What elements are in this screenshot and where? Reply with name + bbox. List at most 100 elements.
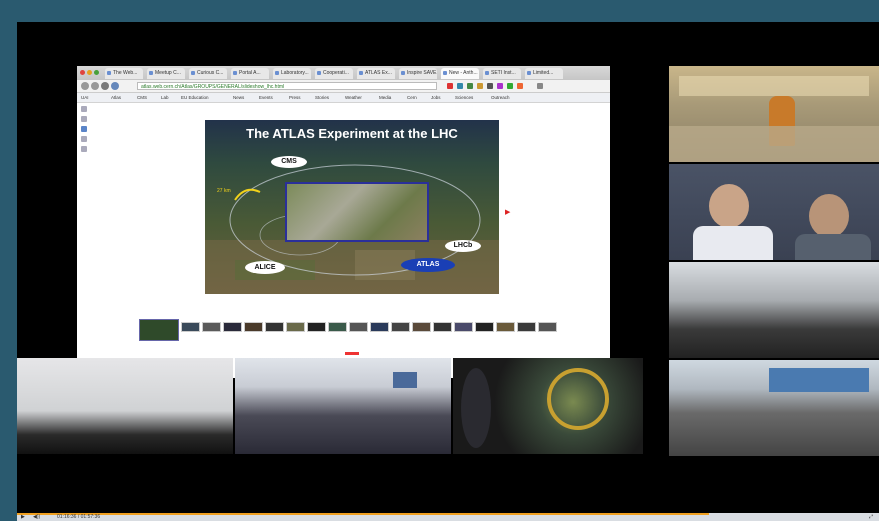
bookmark-item[interactable]: UAI: [81, 94, 89, 101]
bookmark-item[interactable]: Press: [289, 94, 301, 101]
desks: [669, 126, 879, 162]
bookmark-item[interactable]: Cern: [407, 94, 417, 101]
extension-icon[interactable]: [507, 83, 513, 89]
slide-thumbnail[interactable]: [223, 322, 242, 332]
video-feed-lecture-hall[interactable]: [17, 358, 233, 454]
playback-progress[interactable]: [17, 513, 709, 515]
browser-toolbar: atlas.web.cern.ch/Atlas/GROUPS/GENERAL/s…: [77, 80, 610, 93]
forward-icon[interactable]: [91, 82, 99, 90]
sidebar-tool-icon[interactable]: [81, 106, 87, 112]
browser-tab[interactable]: SETI Inst...: [483, 68, 521, 79]
home-icon[interactable]: [111, 82, 119, 90]
slide-thumbnail[interactable]: [202, 322, 221, 332]
extension-icon[interactable]: [487, 83, 493, 89]
lhcb-label: LHCb: [445, 240, 481, 252]
page-sidebar: [81, 106, 89, 196]
browser-tab[interactable]: Curious C...: [189, 68, 227, 79]
video-feed-classroom[interactable]: [669, 262, 879, 358]
slide-thumbnail[interactable]: [517, 322, 536, 332]
slide-thumbnail[interactable]: [286, 322, 305, 332]
browser-tab[interactable]: Laboratory...: [273, 68, 311, 79]
presenter-face: [709, 184, 749, 228]
sidebar-tool-icon[interactable]: [81, 136, 87, 142]
bookmark-item[interactable]: Lab: [161, 94, 169, 101]
alice-label: ALICE: [245, 261, 285, 274]
slide-thumbnail[interactable]: [412, 322, 431, 332]
bookmark-item[interactable]: Atlas: [111, 94, 121, 101]
video-feed-students[interactable]: [669, 360, 879, 456]
browser-tab[interactable]: Limited...: [525, 68, 563, 79]
video-feed-auditorium[interactable]: [235, 358, 451, 454]
wall-screen: [393, 372, 417, 388]
slide-thumbnail[interactable]: [475, 322, 494, 332]
cms-label: CMS: [271, 156, 307, 168]
slideshow-image: The ATLAS Experiment at the LHC CMS LHCb…: [205, 120, 499, 294]
minimize-window-icon[interactable]: [87, 70, 92, 75]
slide-thumbnail[interactable]: [538, 322, 557, 332]
detector-segment: [461, 368, 491, 448]
sidebar-tool-icon[interactable]: [81, 116, 87, 122]
slide-thumbnail[interactable]: [181, 322, 200, 332]
reload-icon[interactable]: [101, 82, 109, 90]
slide-thumbnail[interactable]: [454, 322, 473, 332]
bookmark-item[interactable]: Jobs: [431, 94, 441, 101]
bookmark-item[interactable]: Media: [379, 94, 391, 101]
video-feed-atlas-detector[interactable]: [453, 358, 643, 454]
presenter-shirt: [693, 226, 773, 260]
sidebar-tool-icon[interactable]: [81, 126, 87, 132]
bookmark-item[interactable]: Weather: [345, 94, 362, 101]
next-slide-arrow-icon[interactable]: ▶: [505, 208, 510, 216]
slide-title: The ATLAS Experiment at the LHC: [246, 126, 458, 141]
sidebar-tool-icon[interactable]: [81, 146, 87, 152]
slide-thumbnail[interactable]: [349, 322, 368, 332]
maximize-window-icon[interactable]: [94, 70, 99, 75]
browser-tab[interactable]: Portal A...: [231, 68, 269, 79]
slide-thumbnail-selected[interactable]: [139, 319, 179, 341]
slideshow-control[interactable]: [345, 352, 359, 355]
browser-tab[interactable]: The Web...: [105, 68, 143, 79]
close-window-icon[interactable]: [80, 70, 85, 75]
slide-thumbnail[interactable]: [496, 322, 515, 332]
atlas-label: ATLAS: [401, 258, 455, 272]
slide-thumbnail[interactable]: [391, 322, 410, 332]
browser-tab-bar: The Web... Meetup C... Curious C... Port…: [77, 66, 610, 80]
fullscreen-icon[interactable]: ⤢: [869, 514, 873, 521]
slide-thumbnail[interactable]: [328, 322, 347, 332]
extension-icon[interactable]: [477, 83, 483, 89]
browser-tab[interactable]: ATLAS Ex...: [357, 68, 395, 79]
slide-thumbnail[interactable]: [433, 322, 452, 332]
bookmark-item[interactable]: Stories: [315, 94, 329, 101]
bookmark-item[interactable]: EU Education: [181, 94, 209, 101]
video-feed-control-room[interactable]: [669, 66, 879, 162]
slide-thumbnail[interactable]: [307, 322, 326, 332]
bookmark-item[interactable]: Events: [259, 94, 273, 101]
bookmark-item[interactable]: News: [233, 94, 244, 101]
menu-icon[interactable]: [537, 83, 543, 89]
browser-tab[interactable]: Cooperati...: [315, 68, 353, 79]
address-bar[interactable]: atlas.web.cern.ch/Atlas/GROUPS/GENERAL/s…: [137, 82, 437, 90]
slide-thumbnail-strip: [139, 319, 567, 341]
bookmark-item[interactable]: Outreach: [491, 94, 510, 101]
slide-thumbnail[interactable]: [244, 322, 263, 332]
browser-tab-active[interactable]: New - Anth...: [441, 68, 479, 79]
volume-icon[interactable]: ◀)): [33, 514, 40, 521]
bookmark-item[interactable]: Sciences: [455, 94, 473, 101]
back-icon[interactable]: [81, 82, 89, 90]
presenter-face: [809, 194, 849, 238]
browser-tab[interactable]: Inspire SAVE...: [399, 68, 437, 79]
play-icon[interactable]: ▶: [21, 514, 25, 521]
bookmark-item[interactable]: CMS: [137, 94, 147, 101]
slide-thumbnail[interactable]: [370, 322, 389, 332]
extension-icon[interactable]: [447, 83, 453, 89]
video-feed-presenters[interactable]: [669, 164, 879, 260]
video-conference-stage: The Web... Meetup C... Curious C... Port…: [17, 22, 879, 513]
extension-icon[interactable]: [467, 83, 473, 89]
extension-icon[interactable]: [457, 83, 463, 89]
slide-thumbnail[interactable]: [265, 322, 284, 332]
browser-tab[interactable]: Meetup C...: [147, 68, 185, 79]
extension-icon[interactable]: [497, 83, 503, 89]
presenter-shirt: [795, 234, 871, 260]
circumference-label: 27 km: [217, 188, 231, 194]
playback-bar: ▶ ◀)) 01:16:36 / 01:57:36 ⤢: [17, 513, 879, 521]
extension-icon[interactable]: [517, 83, 523, 89]
